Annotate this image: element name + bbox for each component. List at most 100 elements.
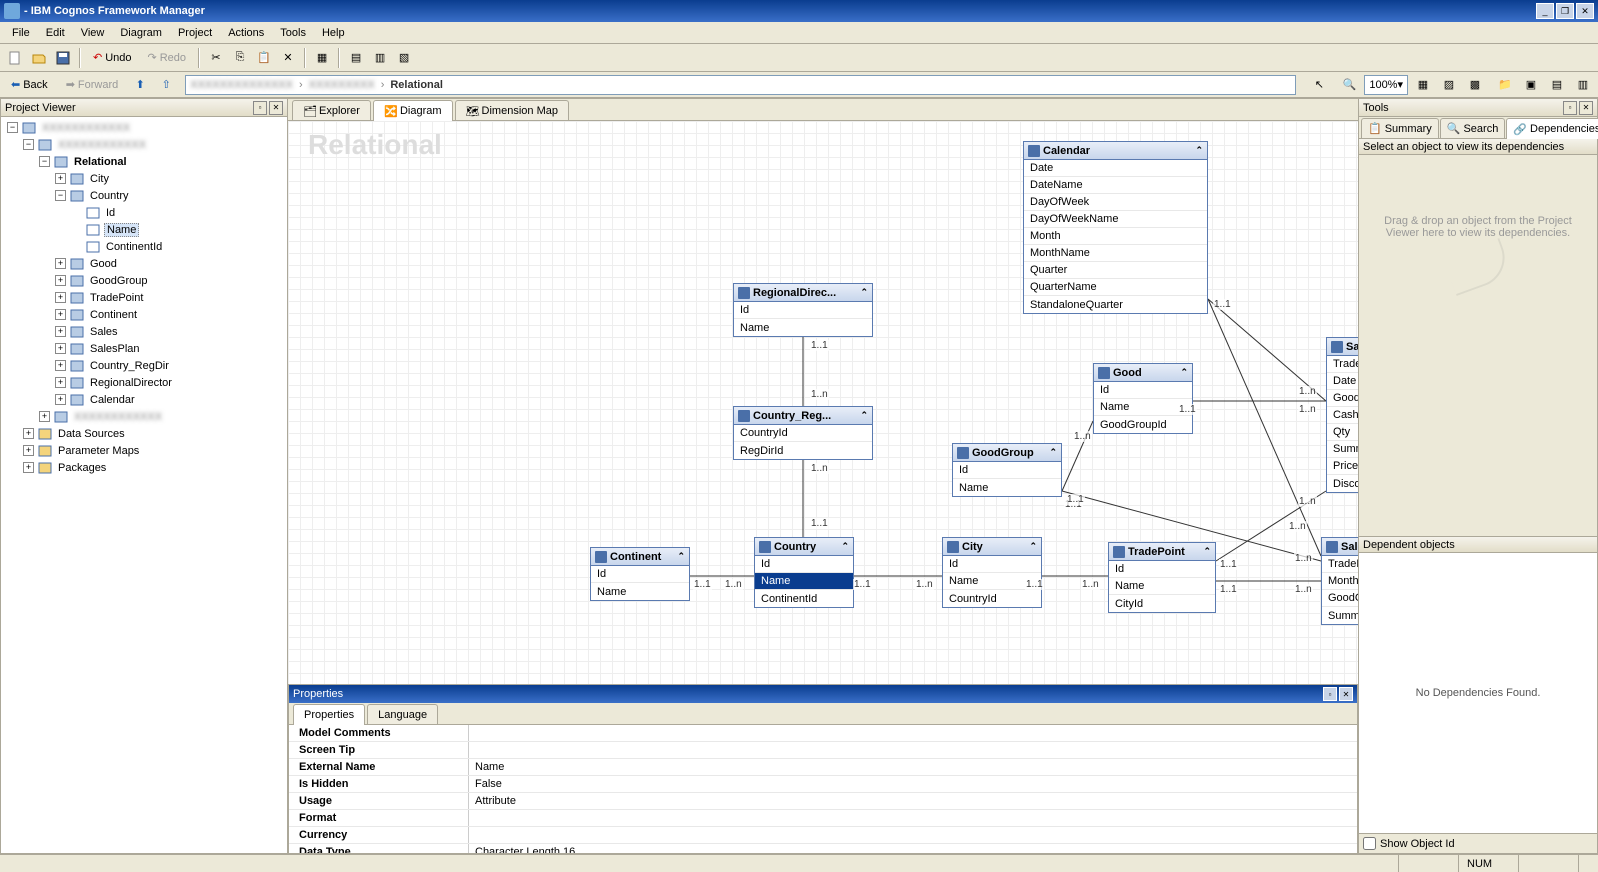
nav-tool4[interactable]: 📁 bbox=[1494, 74, 1516, 96]
entity-field[interactable]: RegDirId bbox=[734, 442, 872, 459]
property-row[interactable]: Currency bbox=[289, 827, 1357, 844]
properties-close-button[interactable]: ✕ bbox=[1339, 687, 1353, 701]
tab-search[interactable]: 🔍Search bbox=[1440, 118, 1506, 138]
entity-field[interactable]: MonthName bbox=[1024, 245, 1207, 262]
tree-item-Data Sources[interactable]: +Data Sources bbox=[3, 425, 285, 442]
entity-country[interactable]: Country⌃IdNameContinentId bbox=[754, 537, 854, 608]
tree-item-Calendar[interactable]: +Calendar bbox=[3, 391, 285, 408]
diagram-canvas[interactable]: Relational Calendar⌃DateDateNameDayOfWee… bbox=[288, 121, 1358, 684]
panel-dock-button[interactable]: ▫ bbox=[253, 101, 267, 115]
tree-item-ContinentId[interactable]: ContinentId bbox=[3, 238, 285, 255]
entity-field[interactable]: GoodGroupId bbox=[1322, 590, 1358, 607]
entity-field[interactable]: Date bbox=[1024, 160, 1207, 177]
tree-item-blurred[interactable]: +XXXXXXXXXXXX bbox=[3, 408, 285, 425]
open-button[interactable] bbox=[28, 47, 50, 69]
entity-salesplan[interactable]: SalesPlan⌃TradePointIdMonthGoodGroupIdSu… bbox=[1321, 537, 1358, 625]
entity-regionaldirec[interactable]: RegionalDirec...⌃IdName bbox=[733, 283, 873, 337]
home-button[interactable]: ⇧ bbox=[155, 74, 177, 96]
property-row[interactable]: Screen Tip bbox=[289, 742, 1357, 759]
entity-field[interactable]: CityId bbox=[1109, 595, 1215, 612]
show-object-id-checkbox[interactable] bbox=[1363, 837, 1376, 850]
entity-field[interactable]: Name bbox=[1094, 399, 1192, 416]
tree-item-Parameter Maps[interactable]: +Parameter Maps bbox=[3, 442, 285, 459]
delete-button[interactable]: ✕ bbox=[277, 47, 299, 69]
tree-item-Country_RegDir[interactable]: +Country_RegDir bbox=[3, 357, 285, 374]
menu-view[interactable]: View bbox=[73, 24, 113, 42]
entity-countryreg[interactable]: Country_Reg...⌃CountryIdRegDirId bbox=[733, 406, 873, 460]
entity-field[interactable]: Id bbox=[1109, 561, 1215, 578]
entity-field[interactable]: Name bbox=[591, 583, 689, 600]
minimize-button[interactable]: _ bbox=[1536, 3, 1554, 19]
nav-tool5[interactable]: ▣ bbox=[1520, 74, 1542, 96]
entity-field[interactable]: GoodId bbox=[1327, 390, 1358, 407]
entity-field[interactable]: Qty bbox=[1327, 424, 1358, 441]
panel-close-button[interactable]: ✕ bbox=[269, 101, 283, 115]
property-row[interactable]: Format bbox=[289, 810, 1357, 827]
tree-item-Good[interactable]: +Good bbox=[3, 255, 285, 272]
entity-field[interactable]: Id bbox=[734, 302, 872, 319]
entity-field[interactable]: Id bbox=[953, 462, 1061, 479]
entity-field[interactable]: Month bbox=[1322, 573, 1358, 590]
tree-item-GoodGroup[interactable]: +GoodGroup bbox=[3, 272, 285, 289]
entity-field[interactable]: Name bbox=[1109, 578, 1215, 595]
property-row[interactable]: UsageAttribute bbox=[289, 793, 1357, 810]
entity-field[interactable]: Discount bbox=[1327, 475, 1358, 492]
tree-item-City[interactable]: +City bbox=[3, 170, 285, 187]
entity-field[interactable]: Month bbox=[1024, 228, 1207, 245]
tool2-button[interactable]: ▥ bbox=[369, 47, 391, 69]
properties-dock-button[interactable]: ▫ bbox=[1323, 687, 1337, 701]
pointer-tool[interactable]: ↖ bbox=[1308, 74, 1330, 96]
property-row[interactable]: Model Comments bbox=[289, 725, 1357, 742]
entity-field[interactable]: CountryId bbox=[943, 590, 1041, 607]
tree-item-Name[interactable]: Name bbox=[3, 221, 285, 238]
nav-tool3[interactable]: ▩ bbox=[1464, 74, 1486, 96]
grid-button[interactable]: ▦ bbox=[311, 47, 333, 69]
tree-item-blurred[interactable]: −XXXXXXXXXXXX bbox=[3, 136, 285, 153]
tree-item-Sales[interactable]: +Sales bbox=[3, 323, 285, 340]
menu-actions[interactable]: Actions bbox=[220, 24, 272, 42]
restore-button[interactable]: ❐ bbox=[1556, 3, 1574, 19]
entity-field[interactable]: Cashier bbox=[1327, 407, 1358, 424]
entity-field[interactable]: Name bbox=[734, 319, 872, 336]
entity-city[interactable]: City⌃IdNameCountryId bbox=[942, 537, 1042, 608]
zoom-level[interactable]: 100% ▾ bbox=[1364, 75, 1408, 95]
nav-tool7[interactable]: ▥ bbox=[1572, 74, 1594, 96]
entity-field[interactable]: Id bbox=[943, 556, 1041, 573]
entity-tradepoint[interactable]: TradePoint⌃IdNameCityId bbox=[1108, 542, 1216, 613]
menu-help[interactable]: Help bbox=[314, 24, 353, 42]
tools-dock-button[interactable]: ▫ bbox=[1563, 101, 1577, 115]
tools-close-button[interactable]: ✕ bbox=[1579, 101, 1593, 115]
tab-diagram[interactable]: 🔀Diagram bbox=[373, 100, 453, 121]
tool1-button[interactable]: ▤ bbox=[345, 47, 367, 69]
copy-button[interactable]: ⎘ bbox=[229, 47, 251, 69]
undo-button[interactable]: ↶Undo bbox=[86, 47, 139, 69]
tab-language[interactable]: Language bbox=[367, 704, 438, 724]
entity-field[interactable]: Id bbox=[1094, 382, 1192, 399]
entity-field[interactable]: Id bbox=[591, 566, 689, 583]
property-row[interactable]: Is HiddenFalse bbox=[289, 776, 1357, 793]
menu-project[interactable]: Project bbox=[170, 24, 220, 42]
entity-sales[interactable]: Sales⌃TradePointIdDateGoodIdCashierQtySu… bbox=[1326, 337, 1358, 493]
tab-summary[interactable]: 📋Summary bbox=[1361, 118, 1439, 138]
nav-tool6[interactable]: ▤ bbox=[1546, 74, 1568, 96]
new-button[interactable] bbox=[4, 47, 26, 69]
entity-good[interactable]: Good⌃IdNameGoodGroupId bbox=[1093, 363, 1193, 434]
tree-item-blurred[interactable]: −XXXXXXXXXXXX bbox=[3, 119, 285, 136]
tree-item-Country[interactable]: −Country bbox=[3, 187, 285, 204]
entity-field[interactable]: Name bbox=[755, 573, 853, 590]
entity-field[interactable]: Id bbox=[755, 556, 853, 573]
entity-field[interactable]: DateName bbox=[1024, 177, 1207, 194]
entity-field[interactable]: TradePointId bbox=[1322, 556, 1358, 573]
menu-file[interactable]: File bbox=[4, 24, 38, 42]
entity-field[interactable]: ContinentId bbox=[755, 590, 853, 607]
entity-field[interactable]: Name bbox=[943, 573, 1041, 590]
nav-tool2[interactable]: ▨ bbox=[1438, 74, 1460, 96]
dependencies-drop-area[interactable]: Drag & drop an object from the Project V… bbox=[1359, 155, 1597, 536]
entity-field[interactable]: CountryId bbox=[734, 425, 872, 442]
tree-item-Id[interactable]: Id bbox=[3, 204, 285, 221]
tree-item-Continent[interactable]: +Continent bbox=[3, 306, 285, 323]
breadcrumb-item[interactable]: Relational bbox=[390, 79, 443, 91]
project-tree[interactable]: −XXXXXXXXXXXX−XXXXXXXXXXXX−Relational+Ci… bbox=[1, 117, 287, 478]
entity-continent[interactable]: Continent⌃IdName bbox=[590, 547, 690, 601]
tool3-button[interactable]: ▧ bbox=[393, 47, 415, 69]
